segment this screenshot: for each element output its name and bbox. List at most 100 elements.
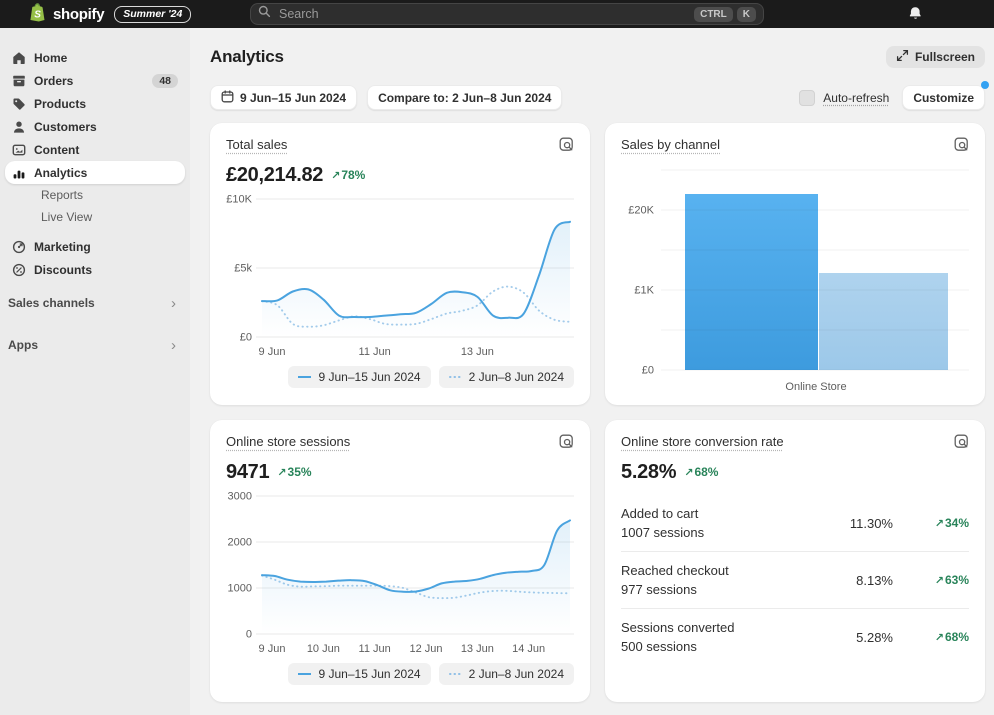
date-range-label: 9 Jun–15 Jun 2024: [240, 90, 347, 105]
sidebar-item-products[interactable]: Products: [5, 92, 185, 115]
sidebar-item-label: Reports: [41, 188, 84, 202]
funnel-step-sessions: 1007 sessions: [621, 525, 705, 540]
svg-text:£1K: £1K: [634, 285, 654, 297]
sidebar-item-discounts[interactable]: Discounts: [5, 258, 185, 281]
card-title-sales-by-channel[interactable]: Sales by channel: [621, 137, 720, 152]
sidebar-item-label: Orders: [34, 73, 74, 88]
chevron-right-icon: ›: [171, 336, 176, 354]
view-report-icon[interactable]: [559, 137, 574, 157]
view-report-icon[interactable]: [954, 434, 969, 454]
svg-text:S: S: [34, 9, 41, 20]
search-bar[interactable]: CTRL K: [250, 3, 764, 25]
auto-refresh-checkbox[interactable]: [799, 89, 816, 106]
view-report-icon[interactable]: [954, 137, 969, 157]
svg-text:9 Jun: 9 Jun: [259, 643, 286, 655]
funnel-row-added-to-cart: Added to cart 1007 sessions 11.30% ↗ 34%: [621, 495, 969, 551]
svg-text:£20K: £20K: [628, 205, 654, 217]
svg-text:3000: 3000: [228, 491, 252, 503]
calendar-icon: [221, 89, 234, 106]
legend-current-period[interactable]: 9 Jun–15 Jun 2024: [288, 366, 431, 388]
conversion-rate-card: Online store conversion rate 5.28% ↗ 68% …: [605, 420, 985, 702]
notifications-bell-icon[interactable]: [908, 6, 923, 26]
search-input[interactable]: [277, 6, 691, 22]
funnel-step-label: Sessions converted: [621, 620, 735, 635]
sales-by-channel-card: Sales by channel £20K £1K £0 Online Store: [605, 123, 985, 405]
svg-text:11 Jun: 11 Jun: [359, 346, 391, 358]
sidebar-item-label: Live View: [41, 210, 93, 224]
sidebar-item-live-view[interactable]: Live View: [5, 206, 185, 228]
sidebar-item-label: Marketing: [34, 239, 91, 254]
sessions-line-chart[interactable]: 3000 2000 1000 0 9 Jun 10 Jun 11 Jun 12 Jun 13 J…: [226, 486, 574, 656]
view-report-icon[interactable]: [559, 434, 574, 454]
sidebar-item-label: Customers: [34, 119, 97, 134]
sidebar-item-label: Home: [34, 50, 68, 65]
sidebar-item-home[interactable]: Home: [5, 46, 185, 69]
trend-up-icon: ↗: [934, 574, 944, 587]
section-label: Apps: [8, 338, 38, 352]
sidebar: Home Orders 48 Products Customers Conten…: [0, 28, 190, 715]
auto-refresh-toggle[interactable]: Auto-refresh: [799, 89, 889, 106]
media-icon: [12, 143, 26, 157]
trend-up-icon: ↗: [934, 631, 944, 644]
date-range-button[interactable]: 9 Jun–15 Jun 2024: [210, 85, 358, 110]
page-title: Analytics: [210, 47, 284, 66]
sidebar-section-sales-channels[interactable]: Sales channels ›: [8, 291, 176, 315]
version-badge[interactable]: Summer '24: [114, 5, 192, 23]
trend-up-icon: ↗: [684, 466, 694, 479]
chevron-right-icon: ›: [171, 294, 176, 312]
funnel-step-rate: 8.13%: [856, 572, 893, 588]
tag-icon: [12, 97, 26, 111]
discount-percent-icon: [12, 263, 26, 277]
svg-text:£0: £0: [240, 332, 252, 344]
sidebar-divider: [0, 228, 190, 235]
funnel-step-delta: ↗ 68%: [934, 630, 969, 644]
trend-up-icon: ↗: [331, 169, 341, 182]
sidebar-item-analytics[interactable]: Analytics: [5, 161, 185, 184]
funnel-step-sessions: 977 sessions: [621, 582, 697, 597]
fullscreen-button[interactable]: Fullscreen: [885, 46, 985, 68]
home-icon: [12, 51, 26, 65]
brand-wordmark: shopify: [53, 5, 105, 23]
svg-text:9 Jun: 9 Jun: [259, 346, 286, 358]
svg-text:1000: 1000: [228, 583, 252, 595]
compare-to-button[interactable]: Compare to: 2 Jun–8 Jun 2024: [367, 85, 563, 110]
svg-text:£5k: £5k: [234, 263, 252, 275]
sidebar-section-apps[interactable]: Apps ›: [8, 333, 176, 357]
legend-current-period[interactable]: 9 Jun–15 Jun 2024: [288, 663, 431, 685]
total-sales-value: £20,214.82: [226, 163, 324, 186]
sidebar-item-customers[interactable]: Customers: [5, 115, 185, 138]
sales-by-channel-bar-chart[interactable]: £20K £1K £0 Online Store: [621, 158, 969, 398]
shopify-logo[interactable]: S shopify: [27, 2, 105, 27]
legend-previous-period[interactable]: 2 Jun–8 Jun 2024: [438, 663, 574, 685]
funnel-step-sessions: 500 sessions: [621, 639, 697, 654]
topbar: S shopify Summer '24 CTRL K: [0, 0, 994, 28]
total-sales-line-chart[interactable]: £10K £5k £0 9 Jun 11 Jun 13 Jun: [226, 189, 574, 359]
online-store-sessions-card: Online store sessions 9471 ↗ 35% 3000 2000…: [210, 420, 590, 702]
orders-icon: [12, 74, 26, 88]
funnel-step-rate: 11.30%: [849, 515, 893, 531]
svg-text:14 Jun: 14 Jun: [512, 643, 545, 655]
card-title-conversion[interactable]: Online store conversion rate: [621, 434, 784, 449]
trend-up-icon: ↗: [934, 517, 944, 530]
sidebar-item-label: Analytics: [34, 165, 88, 180]
card-title-total-sales[interactable]: Total sales: [226, 137, 287, 152]
marketing-target-icon: [12, 240, 26, 254]
sidebar-item-reports[interactable]: Reports: [5, 184, 185, 206]
svg-text:10 Jun: 10 Jun: [307, 643, 340, 655]
keycap-ctrl: CTRL: [694, 6, 733, 22]
customize-button[interactable]: Customize: [902, 85, 985, 110]
card-title-sessions[interactable]: Online store sessions: [226, 434, 350, 449]
fullscreen-label: Fullscreen: [914, 50, 975, 64]
fullscreen-expand-icon: [896, 49, 909, 65]
chart-legend: 9 Jun–15 Jun 2024 2 Jun–8 Jun 2024: [226, 366, 574, 388]
sidebar-item-content[interactable]: Content: [5, 138, 185, 161]
legend-previous-period[interactable]: 2 Jun–8 Jun 2024: [438, 366, 574, 388]
sidebar-item-marketing[interactable]: Marketing: [5, 235, 185, 258]
sidebar-item-orders[interactable]: Orders 48: [5, 69, 185, 92]
person-icon: [12, 120, 26, 134]
sidebar-item-label: Discounts: [34, 262, 93, 277]
trend-up-icon: ↗: [277, 466, 287, 479]
svg-text:Online Store: Online Store: [785, 381, 846, 393]
keycap-k: K: [736, 6, 756, 22]
bar-chart-icon: [12, 166, 26, 180]
